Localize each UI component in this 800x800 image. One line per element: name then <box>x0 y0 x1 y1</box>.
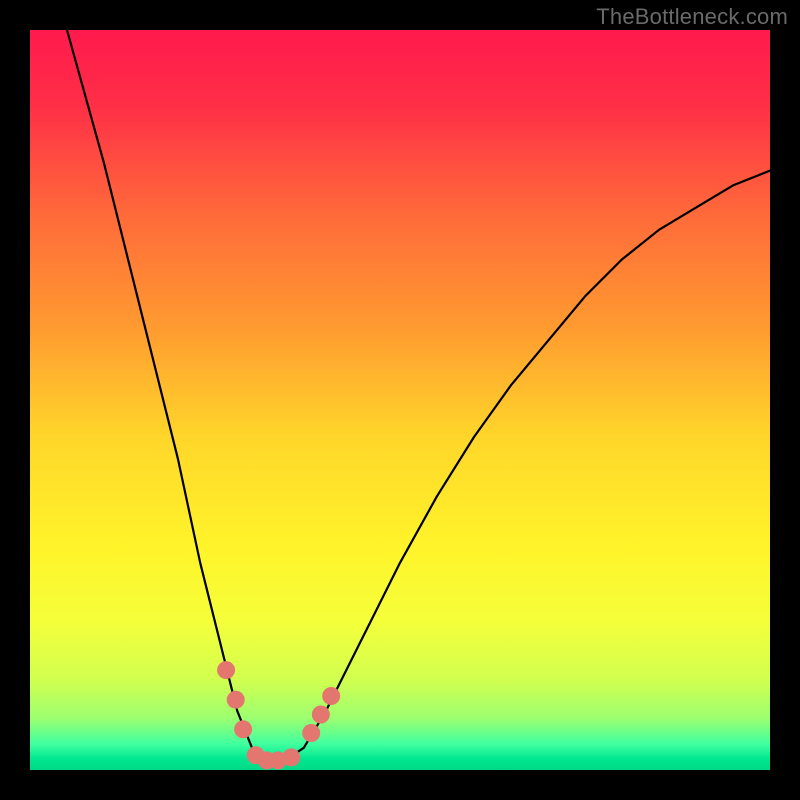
bottleneck-chart <box>30 30 770 770</box>
data-marker <box>312 706 330 724</box>
data-marker <box>282 748 300 766</box>
plot-area <box>30 30 770 770</box>
data-marker <box>322 687 340 705</box>
chart-frame: TheBottleneck.com <box>0 0 800 800</box>
data-marker <box>302 724 320 742</box>
watermark-text: TheBottleneck.com <box>596 4 788 30</box>
data-marker <box>234 720 252 738</box>
data-marker <box>227 691 245 709</box>
data-marker <box>217 661 235 679</box>
heat-gradient <box>30 30 770 770</box>
